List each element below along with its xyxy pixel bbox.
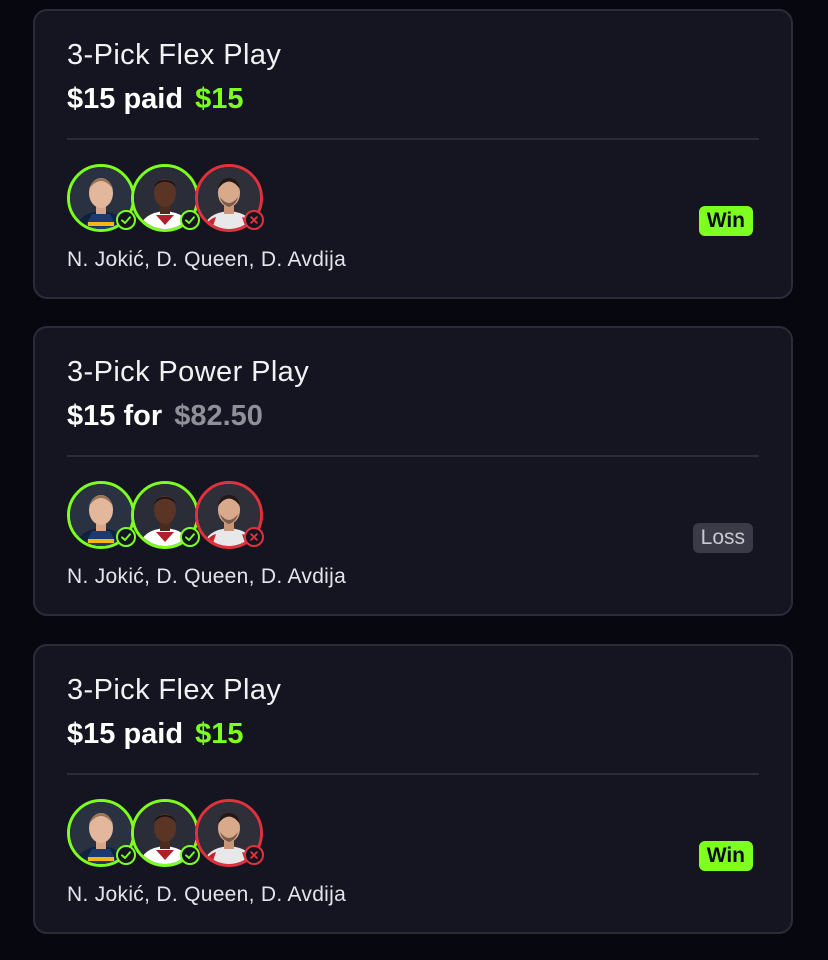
entry-amounts: $15 for $82.50 <box>67 400 263 433</box>
entry-connector: paid <box>123 718 184 750</box>
check-icon <box>180 845 200 865</box>
divider <box>67 138 759 140</box>
entries-list: 3-Pick Flex Play $15 paid $15 N. Jokić, … <box>0 0 828 960</box>
check-icon <box>116 527 136 547</box>
entry-stake: $15 <box>67 400 116 432</box>
x-icon <box>244 845 264 865</box>
entry-payout: $15 <box>195 718 244 750</box>
entry-title: 3-Pick Flex Play <box>67 39 282 71</box>
entry-connector: paid <box>123 83 184 115</box>
divider <box>67 773 759 775</box>
entry-stake: $15 <box>67 83 116 115</box>
entry-connector: for <box>123 400 163 432</box>
entry-card[interactable]: 3-Pick Flex Play $15 paid $15 N. Jokić, … <box>33 9 793 299</box>
player-names: N. Jokić, D. Queen, D. Avdija <box>67 248 347 271</box>
result-badge: Loss <box>692 523 753 553</box>
player-names: N. Jokić, D. Queen, D. Avdija <box>67 883 347 906</box>
entry-title: 3-Pick Flex Play <box>67 674 282 706</box>
entry-payout: $15 <box>195 83 244 115</box>
player-names: N. Jokić, D. Queen, D. Avdija <box>67 565 347 588</box>
entry-amounts: $15 paid $15 <box>67 718 244 751</box>
x-icon <box>244 527 264 547</box>
result-badge: Win <box>698 206 753 236</box>
check-icon <box>116 845 136 865</box>
check-icon <box>180 527 200 547</box>
entry-card[interactable]: 3-Pick Flex Play $15 paid $15 N. Jokić, … <box>33 644 793 934</box>
divider <box>67 455 759 457</box>
check-icon <box>116 210 136 230</box>
player-avatars <box>67 164 277 238</box>
result-badge: Win <box>698 841 753 871</box>
entry-payout: $82.50 <box>174 400 263 432</box>
player-avatars <box>67 799 277 873</box>
entry-stake: $15 <box>67 718 116 750</box>
player-avatars <box>67 481 277 555</box>
entry-card[interactable]: 3-Pick Power Play $15 for $82.50 N. Joki… <box>33 326 793 616</box>
entry-title: 3-Pick Power Play <box>67 356 310 388</box>
entry-amounts: $15 paid $15 <box>67 83 244 116</box>
check-icon <box>180 210 200 230</box>
x-icon <box>244 210 264 230</box>
